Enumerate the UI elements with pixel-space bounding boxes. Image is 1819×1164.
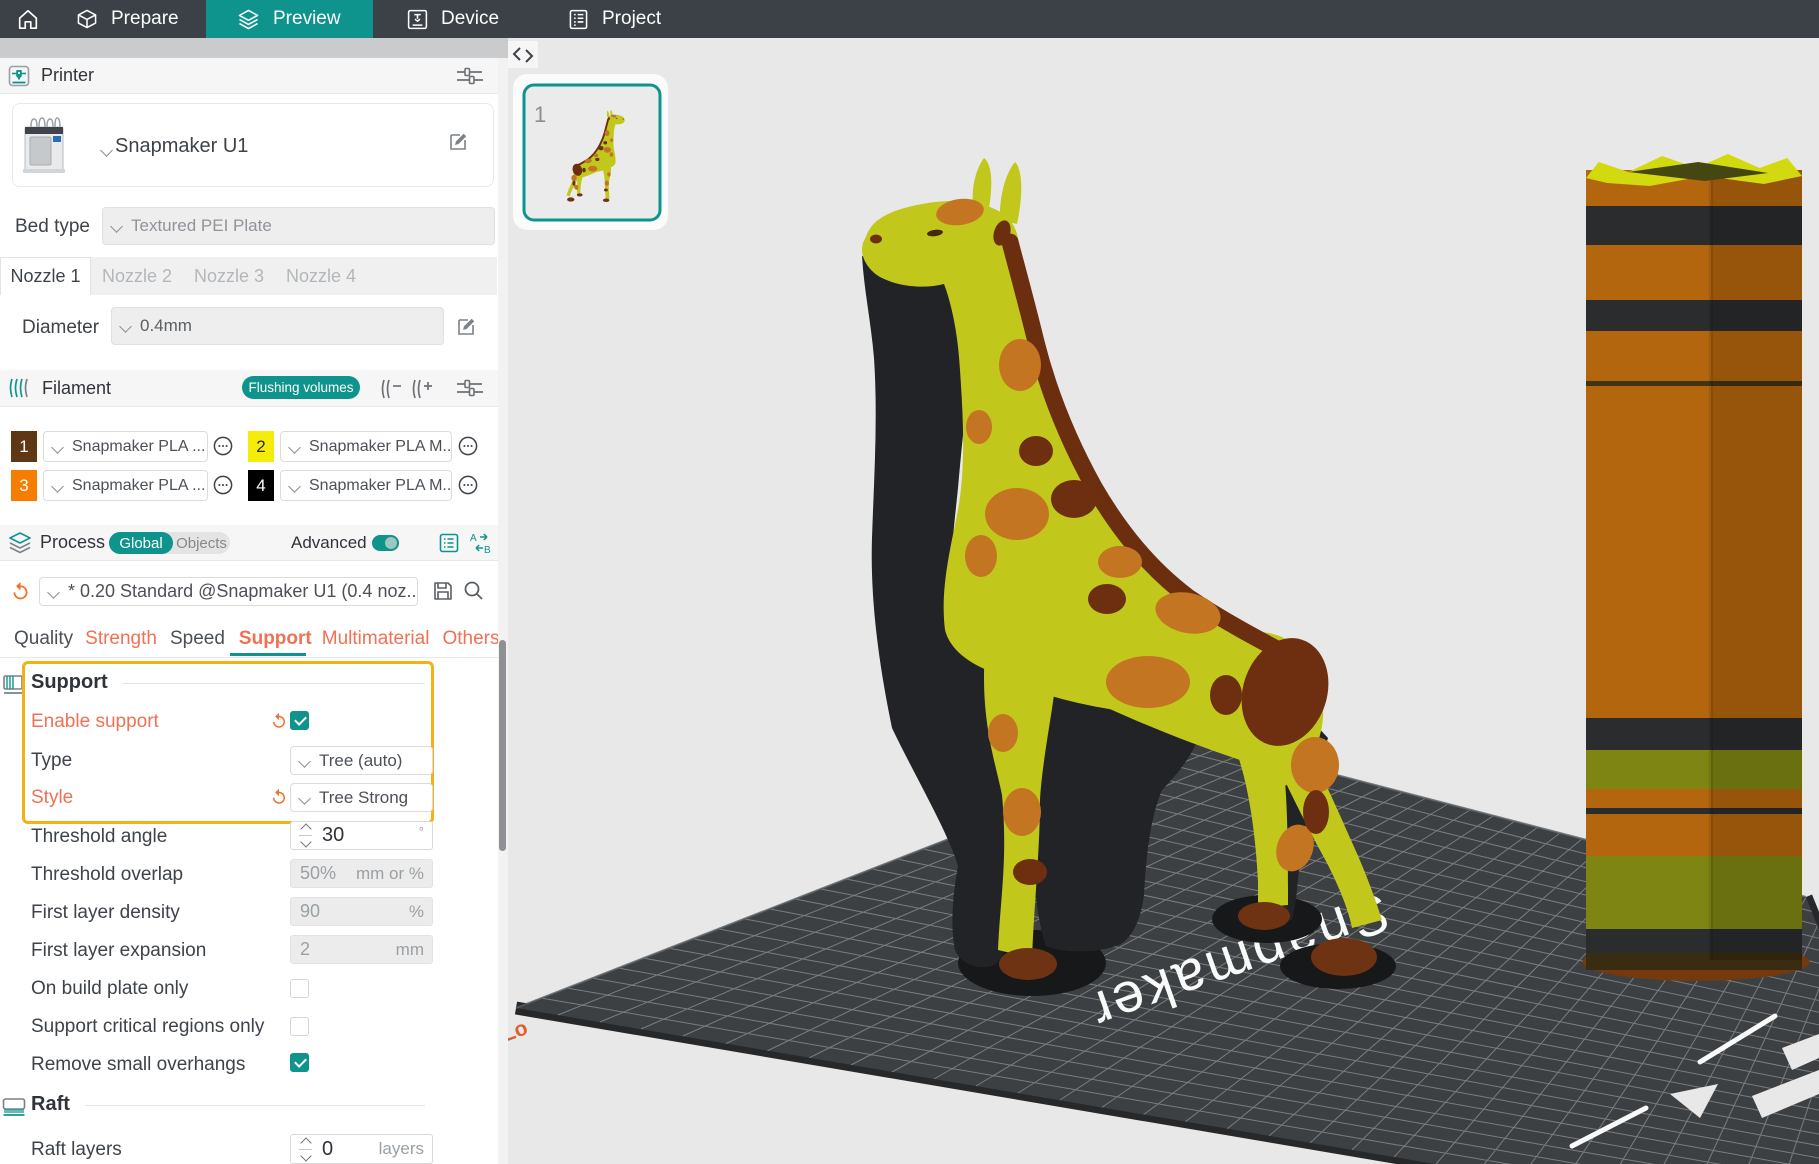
svg-text:B: B: [484, 545, 491, 554]
svg-text:A: A: [470, 533, 477, 544]
svg-text:1: 1: [534, 102, 546, 127]
